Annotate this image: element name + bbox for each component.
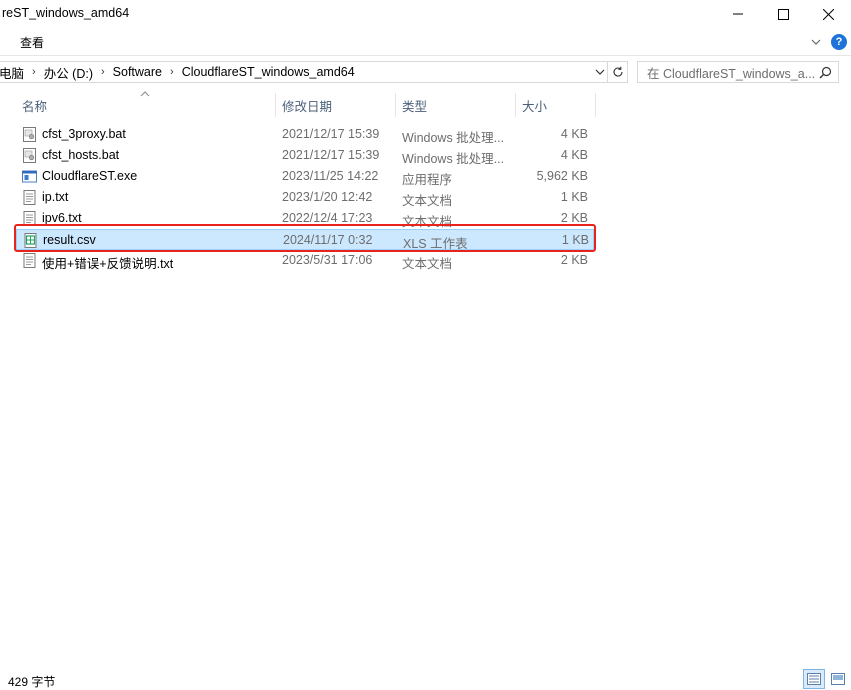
maximize-icon: [777, 8, 789, 20]
file-row-selected[interactable]: result.csv 2024/11/17 0:32 XLS 工作表 1 KB: [16, 229, 594, 251]
status-text: 429 字节: [8, 675, 56, 689]
close-icon: [822, 8, 834, 20]
column-divider[interactable]: [515, 93, 516, 117]
file-type: Windows 批处理...: [402, 152, 505, 166]
file-type: Windows 批处理...: [402, 131, 505, 145]
window-title: reST_windows_amd64: [2, 6, 130, 20]
address-dropdown-button[interactable]: [592, 61, 608, 83]
exe-file-icon: [22, 170, 37, 183]
details-view-icon: [807, 673, 821, 685]
text-file-icon: [23, 253, 36, 268]
file-row[interactable]: 使用+错误+反馈说明.txt 2023/5/31 17:06 文本文档 2 KB: [16, 250, 594, 271]
file-date: 2023/1/20 12:42: [282, 190, 373, 204]
file-date: 2023/11/25 14:22: [282, 169, 379, 183]
maximize-button[interactable]: [760, 0, 806, 28]
file-type: 文本文档: [402, 194, 453, 208]
file-date: 2022/12/4 17:23: [282, 211, 373, 225]
address-bar[interactable]: 电脑 › 办公 (D:) › Software › CloudflareST_w…: [0, 61, 608, 83]
large-icons-view-button[interactable]: [828, 669, 848, 689]
minimize-button[interactable]: [715, 0, 761, 28]
file-size: 1 KB: [561, 233, 589, 247]
ribbon: 查看 ?: [0, 28, 851, 56]
chevron-right-icon[interactable]: ›: [166, 66, 178, 78]
column-divider[interactable]: [275, 93, 276, 117]
minimize-icon: [733, 13, 743, 15]
chevron-right-icon[interactable]: ›: [97, 66, 109, 78]
file-name: result.csv: [43, 233, 96, 247]
file-size: 2 KB: [560, 211, 588, 225]
chevron-right-icon[interactable]: ›: [28, 66, 40, 78]
refresh-button[interactable]: [608, 61, 628, 83]
column-divider[interactable]: [595, 93, 596, 117]
breadcrumb-drive[interactable]: 办公 (D:): [40, 63, 97, 82]
file-name: cfst_3proxy.bat: [42, 127, 126, 141]
text-file-icon: [23, 211, 36, 226]
file-type: 文本文档: [402, 257, 453, 271]
navigation-bar: 电脑 › 办公 (D:) › Software › CloudflareST_w…: [0, 56, 851, 90]
file-name: 使用+错误+反馈说明.txt: [42, 257, 174, 271]
file-size: 4 KB: [560, 148, 588, 162]
large-icons-view-icon: [831, 673, 845, 685]
tab-view[interactable]: 查看: [20, 34, 44, 51]
file-name: CloudflareST.exe: [42, 169, 138, 183]
file-type: 文本文档: [402, 215, 453, 229]
breadcrumb-software[interactable]: Software: [109, 65, 166, 79]
file-date: 2021/12/17 15:39: [282, 148, 380, 162]
close-button[interactable]: [805, 0, 851, 28]
search-placeholder: 在 CloudflareST_windows_a...: [647, 66, 816, 81]
search-input[interactable]: 在 CloudflareST_windows_a...: [637, 61, 839, 83]
title-bar: reST_windows_amd64: [0, 0, 851, 28]
file-row[interactable]: ip.txt 2023/1/20 12:42 文本文档 1 KB: [16, 187, 594, 208]
breadcrumb-this-pc[interactable]: 电脑: [0, 63, 28, 82]
file-date: 2023/5/31 17:06: [282, 253, 373, 267]
column-header-name[interactable]: 名称: [22, 90, 272, 120]
search-icon[interactable]: [819, 66, 832, 79]
file-row[interactable]: CloudflareST.exe 2023/11/25 14:22 应用程序 5…: [16, 166, 594, 187]
file-name: ip.txt: [42, 190, 69, 204]
chevron-down-icon[interactable]: [810, 36, 822, 48]
file-size: 5,962 KB: [536, 169, 588, 183]
column-header-type[interactable]: 类型: [402, 90, 512, 120]
file-row[interactable]: ipv6.txt 2022/12/4 17:23 文本文档 2 KB: [16, 208, 594, 229]
file-date: 2021/12/17 15:39: [282, 127, 380, 141]
status-bar: 429 字节: [0, 668, 851, 690]
column-divider[interactable]: [395, 93, 396, 117]
chevron-down-icon: [595, 69, 605, 75]
csv-file-icon: [24, 233, 37, 248]
text-file-icon: [23, 190, 36, 205]
file-name: cfst_hosts.bat: [42, 148, 120, 162]
file-name: ipv6.txt: [42, 211, 82, 225]
file-size: 2 KB: [560, 253, 588, 267]
file-size: 1 KB: [560, 190, 588, 204]
column-headers: 名称 修改日期 类型 大小: [0, 90, 851, 120]
column-header-size[interactable]: 大小: [522, 90, 592, 120]
file-type: 应用程序: [402, 173, 453, 187]
file-row[interactable]: cfst_hosts.bat 2021/12/17 15:39 Windows …: [16, 145, 594, 166]
batch-file-icon: [23, 127, 36, 142]
file-row[interactable]: cfst_3proxy.bat 2021/12/17 15:39 Windows…: [16, 124, 594, 145]
help-icon[interactable]: ?: [831, 34, 847, 50]
breadcrumb-current-folder[interactable]: CloudflareST_windows_amd64: [178, 65, 359, 79]
column-header-date[interactable]: 修改日期: [282, 90, 392, 120]
details-view-button[interactable]: [803, 669, 825, 689]
batch-file-icon: [23, 148, 36, 163]
file-date: 2024/11/17 0:32: [283, 233, 373, 247]
file-size: 4 KB: [560, 127, 588, 141]
refresh-icon: [613, 66, 623, 77]
